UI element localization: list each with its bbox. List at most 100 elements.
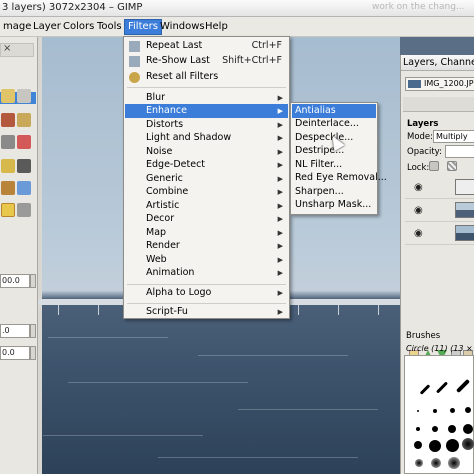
menu-item-combine[interactable]: Combine ▶	[125, 185, 288, 199]
submenu-item-sharpen[interactable]: Sharpen...	[292, 185, 376, 199]
brush-stroke[interactable]	[455, 378, 471, 394]
lock-pixels-icon[interactable]	[429, 161, 439, 171]
lock-label: Lock:	[407, 163, 430, 173]
menu-item-edge-detect[interactable]: Edge-Detect ▶	[125, 158, 288, 172]
menu-item-enhance[interactable]: Enhance ▶	[125, 104, 288, 118]
size-spinner[interactable]	[30, 274, 36, 288]
menu-item-reshow-last[interactable]: Re-Show Last Shift+Ctrl+F	[125, 54, 288, 68]
brushes-panel-label: Brushes	[406, 331, 441, 341]
size-field[interactable]: 00.0	[0, 274, 30, 288]
vertical-ruler	[38, 37, 42, 474]
layer-thumbnail	[455, 225, 474, 241]
brush-dot[interactable]	[446, 439, 459, 452]
layer-thumbnail	[455, 179, 474, 195]
brush-dot[interactable]	[462, 438, 474, 450]
brush-dot[interactable]	[417, 410, 419, 412]
brush-dot[interactable]	[448, 457, 460, 469]
menu-item-script-fu[interactable]: Script-Fu ▶	[125, 305, 288, 319]
menu-item-noise[interactable]: Noise ▶	[125, 145, 288, 159]
angle-spinner[interactable]	[30, 346, 36, 360]
menu-separator	[127, 303, 286, 304]
opacity-spinner[interactable]	[30, 324, 36, 338]
opacity-field[interactable]: .0	[0, 324, 30, 338]
menu-colors[interactable]: Colors	[60, 19, 97, 35]
menu-item-web[interactable]: Web ▶	[125, 253, 288, 267]
bucket-fill-icon[interactable]	[1, 159, 15, 173]
menu-help[interactable]: Help	[202, 19, 231, 35]
brush-stroke[interactable]	[435, 381, 449, 394]
select-icon[interactable]	[17, 89, 31, 103]
menu-windows[interactable]: Windows	[157, 19, 208, 35]
brush-dot[interactable]	[416, 427, 420, 431]
scale-icon[interactable]	[1, 135, 15, 149]
filters-menu: Repeat Last Ctrl+F Re-Show Last Shift+Ctrl…	[123, 36, 290, 319]
layer-row[interactable]: ◉	[405, 221, 474, 245]
eye-icon[interactable]: ◉	[414, 205, 423, 216]
submenu-item-red-eye-removal[interactable]: Red Eye Removal...	[292, 171, 387, 185]
brush-dot[interactable]	[432, 426, 438, 432]
menu-layer[interactable]: Layer	[30, 19, 64, 35]
layer-thumbnail	[455, 202, 474, 218]
brush-dot[interactable]	[433, 409, 437, 413]
menu-item-render[interactable]: Render ▶	[125, 239, 288, 253]
menu-item-map[interactable]: Map ▶	[125, 226, 288, 240]
menu-item-distorts[interactable]: Distorts ▶	[125, 118, 288, 132]
brush-grid[interactable]	[404, 355, 474, 474]
menu-bar: mage Layer Colors Tools Filters Windows …	[0, 17, 474, 37]
layer-row[interactable]: ◉	[405, 175, 474, 199]
menu-tools[interactable]: Tools	[94, 19, 125, 35]
menu-item-light-and-shadow[interactable]: Light and Shadow ▶	[125, 131, 288, 145]
repeat-icon	[129, 41, 140, 52]
move-icon[interactable]	[17, 113, 31, 127]
brush-dot[interactable]	[463, 424, 473, 434]
blend-icon[interactable]	[17, 159, 31, 173]
mode-label: Mode:	[407, 132, 434, 142]
opacity-field[interactable]	[445, 145, 474, 158]
dock-title: Layers, Channels, Paths	[401, 55, 474, 71]
image-selector[interactable]: IMG_1200.JPG-1	[405, 77, 474, 91]
lock-alpha-icon[interactable]	[447, 161, 457, 171]
submenu-item-antialias[interactable]: Antialias	[292, 104, 376, 118]
brush-dot[interactable]	[431, 458, 441, 468]
crop-icon[interactable]	[1, 113, 15, 127]
brush-dot[interactable]	[414, 441, 422, 449]
smudge-icon[interactable]	[17, 203, 31, 217]
menu-item-repeat-last[interactable]: Repeat Last Ctrl+F	[125, 39, 288, 53]
reset-icon	[129, 72, 140, 83]
pencil-icon[interactable]	[1, 181, 15, 195]
image-name: IMG_1200.JPG-1	[424, 79, 474, 88]
brush-dot[interactable]	[429, 440, 441, 452]
eye-icon[interactable]: ◉	[414, 228, 423, 239]
toolbox-close-tab[interactable]	[0, 43, 34, 57]
opacity-label: Opacity:	[407, 147, 442, 157]
menu-item-artistic[interactable]: Artistic ▶	[125, 199, 288, 213]
flip-icon[interactable]	[17, 135, 31, 149]
submenu-item-unsharp-mask[interactable]: Unsharp Mask...	[292, 198, 376, 212]
menu-item-animation[interactable]: Animation ▶	[125, 266, 288, 280]
reshow-icon	[129, 56, 140, 67]
brush-name: Circle (11) (13 × 13)	[406, 344, 474, 353]
menu-item-alpha-to-logo[interactable]: Alpha to Logo ▶	[125, 286, 288, 300]
mode-select[interactable]: Multiply	[433, 130, 474, 143]
menu-item-reset-all-filters[interactable]: Reset all Filters	[125, 70, 288, 84]
layer-row[interactable]: ◉	[405, 198, 474, 222]
airbrush-icon[interactable]	[17, 181, 31, 195]
brush-dot[interactable]	[415, 459, 423, 467]
image-thumbnail	[408, 80, 421, 88]
brush-dot[interactable]	[448, 425, 456, 433]
clone-icon[interactable]	[1, 203, 15, 217]
fuzzy-select-icon[interactable]	[1, 89, 15, 103]
angle-field[interactable]: 0.0	[0, 346, 30, 360]
toolbox: 00.0 .0 0.0	[0, 37, 38, 474]
brush-dot[interactable]	[465, 407, 471, 413]
dock-tabs[interactable]	[403, 97, 474, 112]
menu-item-generic[interactable]: Generic ▶	[125, 172, 288, 186]
menu-item-blur[interactable]: Blur ▶	[125, 91, 288, 105]
window-title: 3 layers) 3072x2304 – GIMP	[2, 2, 143, 13]
brush-stroke[interactable]	[419, 384, 431, 395]
eye-icon[interactable]: ◉	[414, 182, 423, 193]
submenu-item-deinterlace[interactable]: Deinterlace...	[292, 117, 376, 131]
submenu-item-nl-filter[interactable]: NL Filter...	[292, 158, 376, 172]
brush-dot[interactable]	[450, 408, 455, 413]
menu-item-decor[interactable]: Decor ▶	[125, 212, 288, 226]
